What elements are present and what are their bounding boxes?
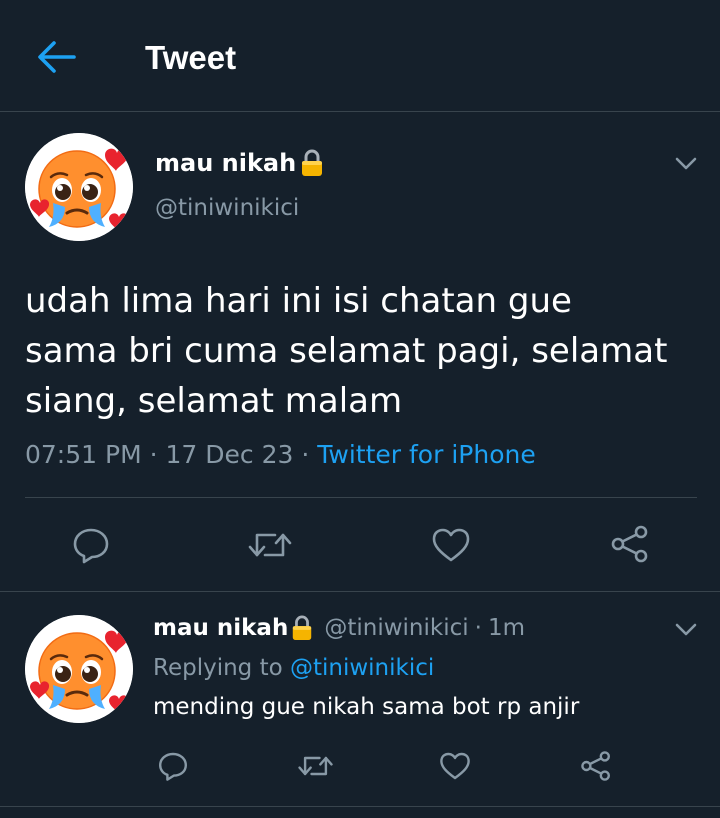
pleading-face-hearts-icon <box>25 133 133 241</box>
tweet-text-line: sama bri cuma selamat pagi, selamat <box>25 331 668 371</box>
tweet-text: udah lima hari ini isi chatan gue sama b… <box>25 276 705 426</box>
author-display-name[interactable]: mau nikah <box>155 146 325 180</box>
reply-handle[interactable]: @tiniwinikici <box>324 612 468 644</box>
display-name-text: mau nikah <box>155 149 297 177</box>
meta-separator: · <box>301 440 310 469</box>
avatar[interactable] <box>25 133 133 241</box>
reply-share-button[interactable] <box>580 750 612 782</box>
meta-separator: · <box>149 440 158 469</box>
author-handle[interactable]: @tiniwinikici <box>155 192 299 224</box>
divider <box>0 806 720 807</box>
reply-menu-button[interactable] <box>674 622 698 638</box>
share-button[interactable] <box>610 524 650 564</box>
tweet-source-link[interactable]: Twitter for iPhone <box>317 440 535 469</box>
tweet-time: 07:51 PM <box>25 440 142 469</box>
reply-icon <box>159 752 187 781</box>
tweet-date: 17 Dec 23 <box>165 440 294 469</box>
reply-display-name[interactable]: mau nikah <box>153 612 288 644</box>
like-button[interactable] <box>430 525 472 565</box>
tweet-text-line: siang, selamat malam <box>25 381 403 421</box>
meta-separator: · <box>474 615 482 641</box>
reply-like-button[interactable] <box>438 750 472 782</box>
chevron-down-icon <box>675 157 697 170</box>
reply-reply-button[interactable] <box>157 750 189 782</box>
share-icon <box>581 751 610 781</box>
tweet-menu-button[interactable] <box>674 156 698 172</box>
like-icon <box>440 752 470 780</box>
reply-retweet-button[interactable] <box>297 750 334 782</box>
like-icon <box>432 528 470 562</box>
mention-link[interactable]: @tiniwinikici <box>290 655 434 681</box>
tweet-detail-screen: Tweet mau nikah @tiniwinikici udah lima … <box>0 0 720 818</box>
reply-button[interactable] <box>71 525 111 565</box>
divider <box>0 591 720 592</box>
lock-icon <box>302 149 323 176</box>
reply-icon <box>73 528 109 564</box>
back-button[interactable] <box>34 38 78 76</box>
reply-time: 1m <box>487 615 525 641</box>
replying-to-label: Replying to <box>153 655 283 681</box>
replying-to: Replying to @tiniwinikici <box>153 652 434 684</box>
retweet-icon <box>248 533 292 557</box>
share-icon <box>611 525 648 563</box>
tweet-text-line: udah lima hari ini isi chatan gue <box>25 281 572 321</box>
reply-header: mau nikah @tiniwinikici · 1m <box>153 612 525 644</box>
retweet-button[interactable] <box>247 525 293 565</box>
chevron-down-icon <box>675 623 697 636</box>
retweet-icon <box>298 756 333 776</box>
divider <box>25 497 697 498</box>
arrow-left-icon <box>38 41 76 73</box>
reply-text: mending gue nikah sama bot rp anjir <box>153 694 580 720</box>
top-app-bar: Tweet <box>0 0 720 112</box>
page-title: Tweet <box>145 39 237 76</box>
lock-icon <box>293 615 312 640</box>
avatar[interactable] <box>25 615 133 723</box>
tweet-metadata: 07:51 PM · 17 Dec 23 · Twitter for iPhon… <box>25 437 536 473</box>
pleading-face-hearts-icon <box>25 615 133 723</box>
